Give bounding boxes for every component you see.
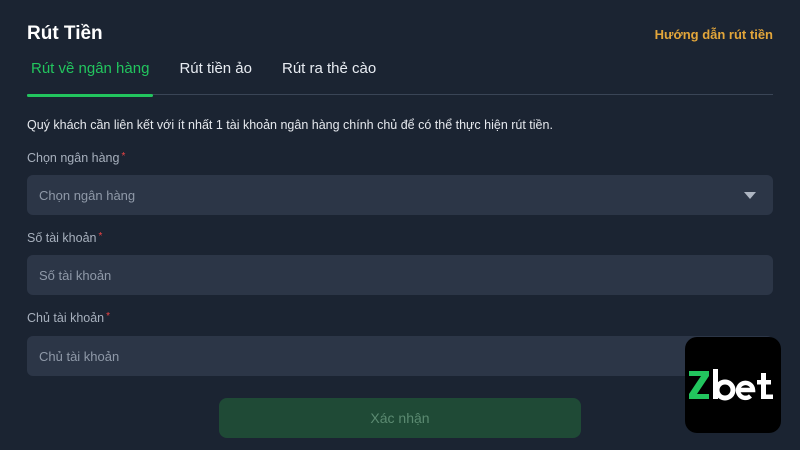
required-mark: *	[121, 151, 126, 162]
chevron-down-icon	[744, 192, 756, 199]
bank-select-label-text: Chọn ngân hàng	[27, 151, 120, 165]
withdraw-tabs: Rút về ngân hàng Rút tiền ảo Rút ra thẻ …	[27, 52, 773, 97]
page-title: Rút Tiền	[27, 23, 103, 44]
confirm-button[interactable]: Xác nhận	[219, 398, 581, 438]
zbet-logo-mark	[689, 369, 773, 401]
account-number-input[interactable]	[39, 267, 773, 283]
required-mark: *	[98, 231, 103, 242]
tab-card-withdraw[interactable]: Rút ra thẻ cào	[278, 52, 380, 95]
bank-link-notice: Quý khách cần liên kết với ít nhất 1 tài…	[27, 118, 553, 132]
withdraw-panel: Rút Tiền Hướng dẫn rút tiền Rút về ngân …	[0, 0, 800, 450]
withdraw-guide-link[interactable]: Hướng dẫn rút tiền	[655, 27, 773, 42]
account-number-field-wrap	[27, 255, 773, 295]
required-mark: *	[106, 311, 111, 322]
bank-select-label: Chọn ngân hàng *	[27, 151, 125, 165]
bank-select[interactable]: Chọn ngân hàng	[27, 175, 773, 215]
account-number-label: Số tài khoản *	[27, 231, 102, 245]
account-holder-input[interactable]	[39, 348, 773, 364]
account-number-label-text: Số tài khoản	[27, 231, 97, 245]
account-holder-field-wrap	[27, 336, 773, 376]
tab-bank-withdraw[interactable]: Rút về ngân hàng	[27, 52, 154, 97]
tab-crypto-withdraw[interactable]: Rút tiền ảo	[175, 52, 256, 95]
bank-select-placeholder: Chọn ngân hàng	[39, 187, 136, 203]
account-holder-label-text: Chủ tài khoản	[27, 311, 105, 325]
account-holder-label: Chủ tài khoản *	[27, 311, 110, 325]
zbet-logo	[685, 337, 781, 433]
